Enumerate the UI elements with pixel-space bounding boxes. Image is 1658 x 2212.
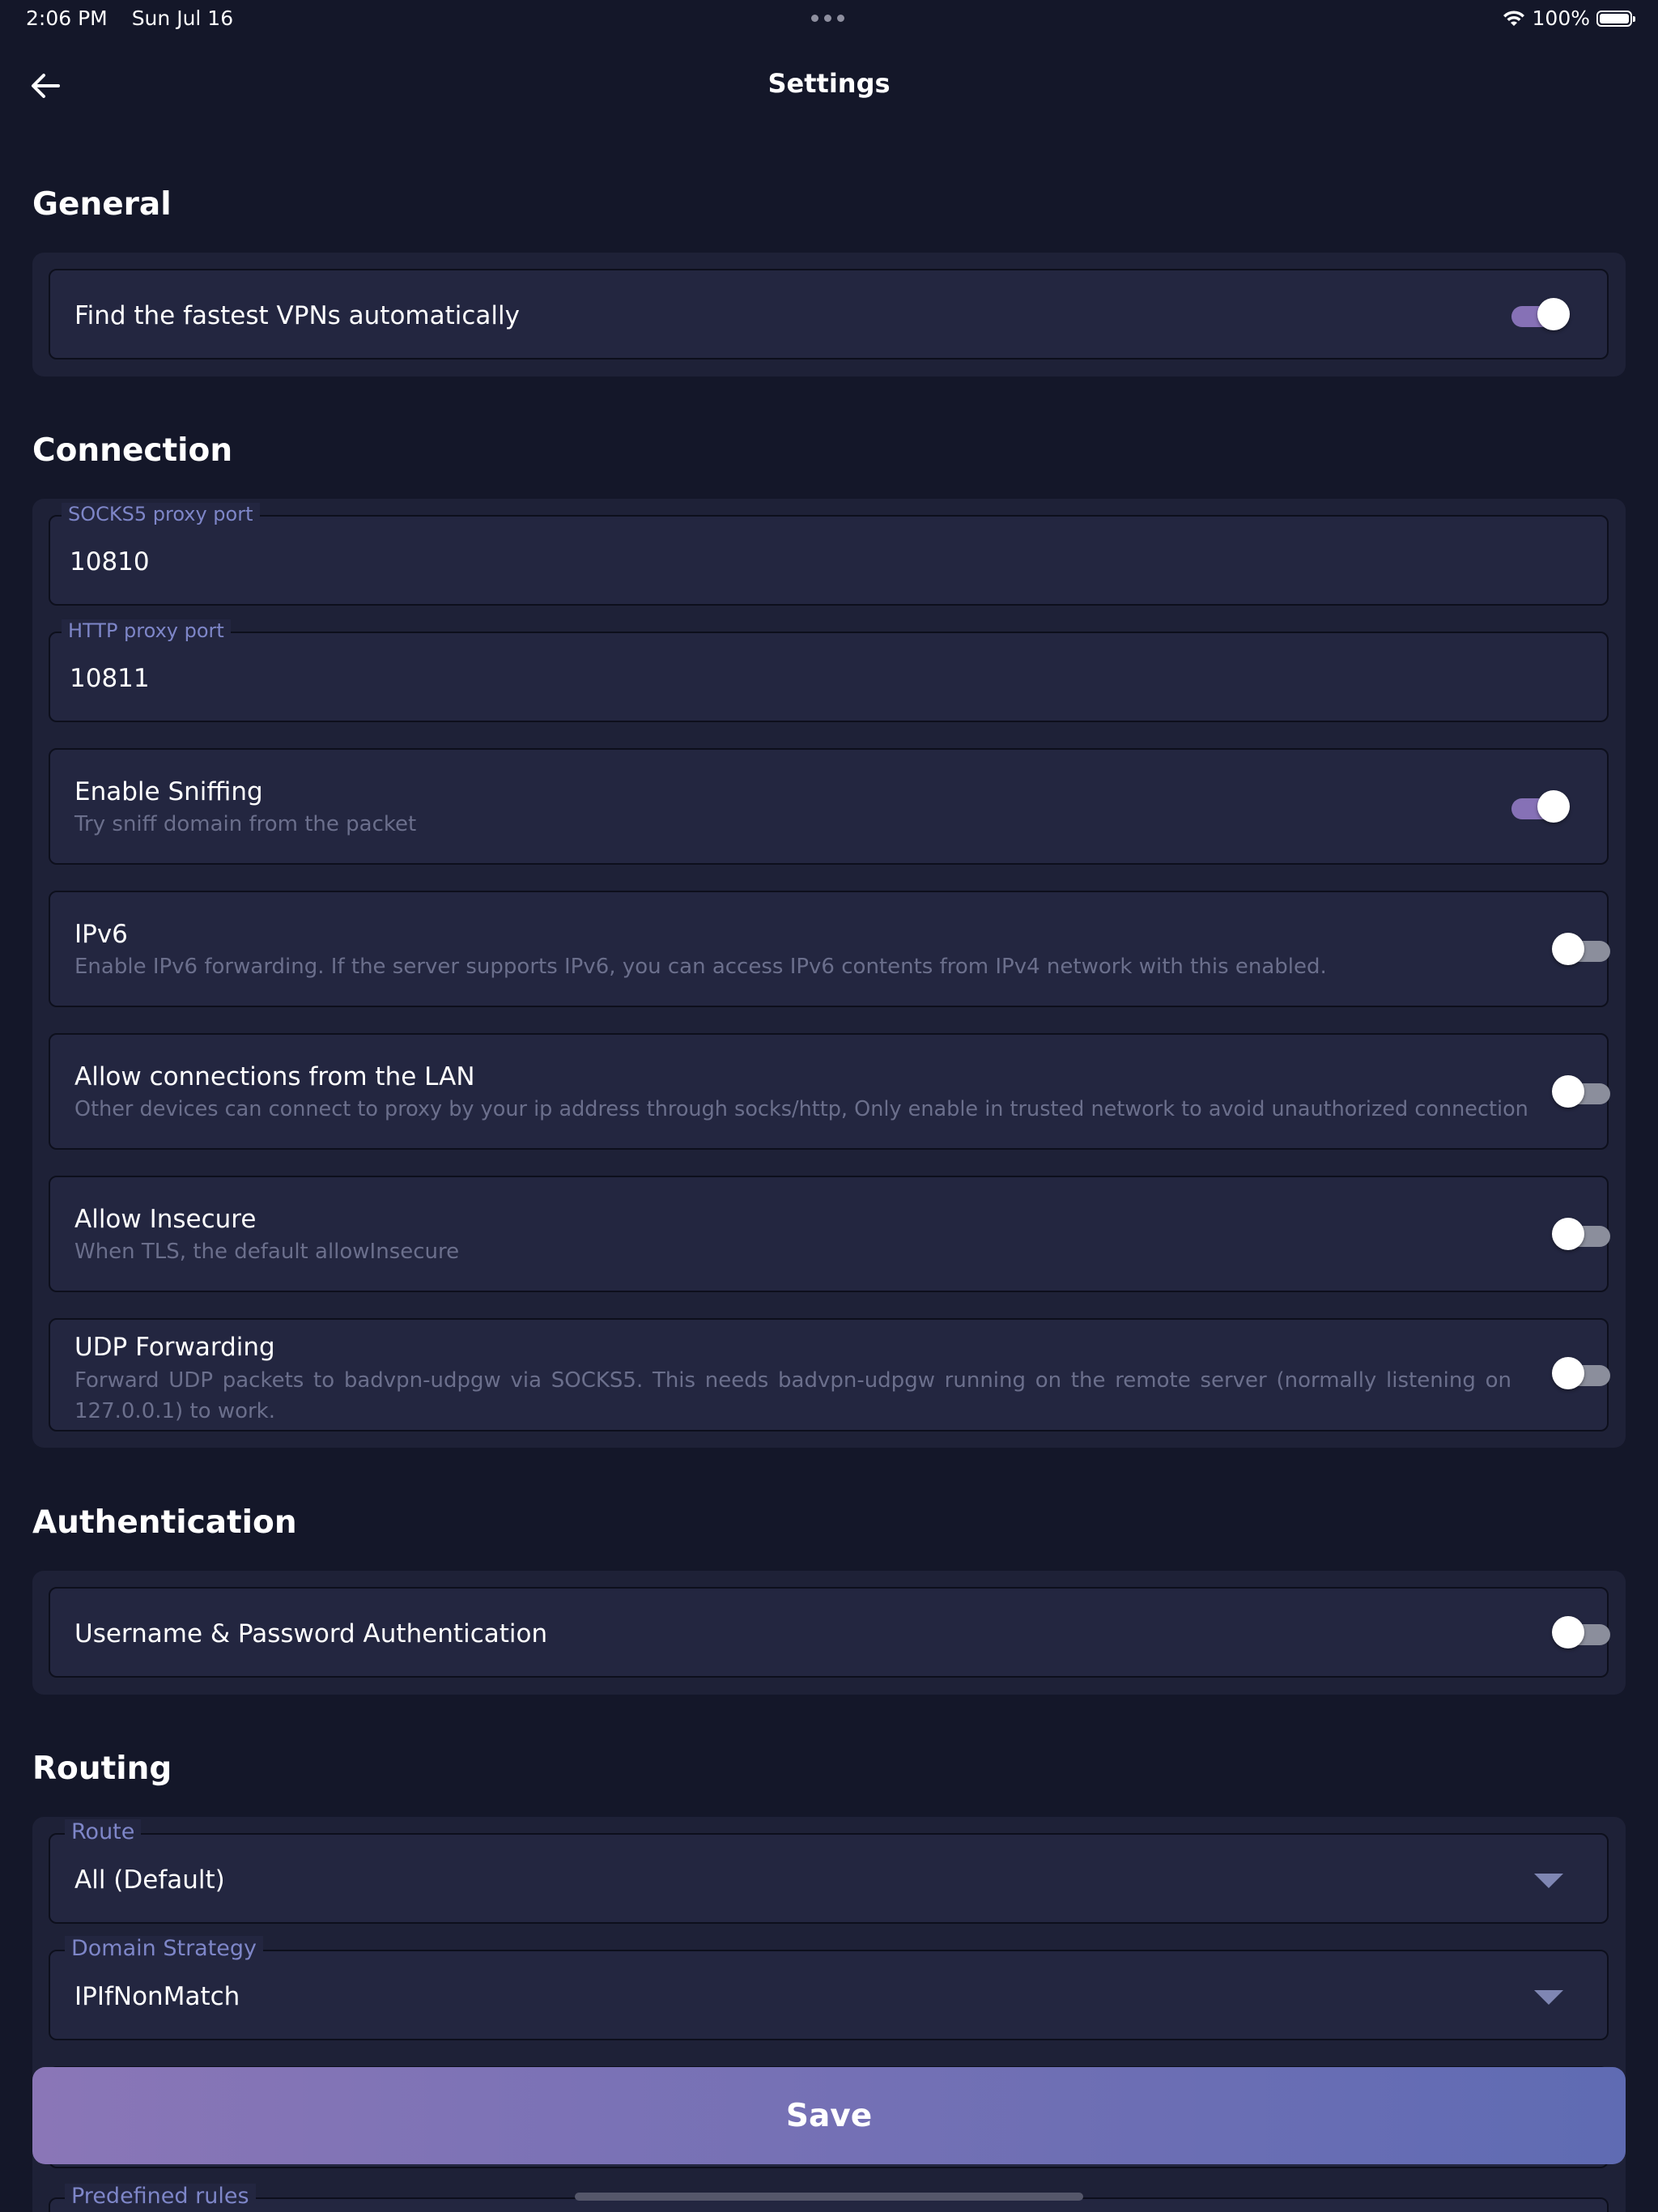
home-indicator <box>575 2193 1083 2201</box>
ipv6-row[interactable]: IPv6 Enable IPv6 forwarding. If the serv… <box>49 891 1612 1007</box>
socks5-port-value[interactable]: 10810 <box>70 547 150 576</box>
section-title-routing: Routing <box>32 1750 172 1787</box>
status-bar: 2:06 PM Sun Jul 16 100% <box>0 0 1658 37</box>
ipv6-description: Enable IPv6 forwarding. If the server su… <box>74 955 1327 979</box>
udp-row[interactable]: UDP Forwarding Forward UDP packets to ba… <box>49 1318 1612 1431</box>
sniffing-row[interactable]: Enable Sniffing Try sniff domain from th… <box>49 748 1609 865</box>
lan-description: Other devices can connect to proxy by yo… <box>74 1097 1528 1121</box>
socks5-port-field[interactable]: SOCKS5 proxy port 10810 <box>49 503 1609 606</box>
battery-icon <box>1596 10 1635 27</box>
udp-description: Forward UDP packets to badvpn-udpgw via … <box>74 1368 1511 1423</box>
socks5-port-label: SOCKS5 proxy port <box>62 503 260 525</box>
sniffing-toggle[interactable] <box>1508 789 1570 826</box>
lan-toggle[interactable] <box>1552 1074 1612 1111</box>
insecure-toggle[interactable] <box>1552 1216 1612 1253</box>
chevron-down-icon <box>1534 1990 1563 2005</box>
ipv6-label: IPv6 <box>74 920 128 949</box>
domain-strategy-select[interactable]: Domain Strategy IPIfNonMatch <box>49 1936 1609 2040</box>
insecure-row[interactable]: Allow Insecure When TLS, the default all… <box>49 1176 1612 1292</box>
insecure-label: Allow Insecure <box>74 1205 257 1234</box>
more-dots-icon[interactable] <box>811 15 844 22</box>
status-time-date: 2:06 PM Sun Jul 16 <box>26 6 233 30</box>
domain-strategy-value: IPIfNonMatch <box>74 1982 240 2011</box>
http-port-field[interactable]: HTTP proxy port 10811 <box>49 619 1609 722</box>
userpass-label: Username & Password Authentication <box>74 1619 548 1648</box>
insecure-description: When TLS, the default allowInsecure <box>74 1240 460 1264</box>
udp-label: UDP Forwarding <box>74 1333 275 1362</box>
fastest-vpn-row[interactable]: Find the fastest VPNs automatically <box>49 269 1609 359</box>
section-title-authentication: Authentication <box>32 1504 297 1541</box>
page-title: Settings <box>767 68 891 99</box>
route-label: Route <box>65 1819 142 1844</box>
settings-screen: 2:06 PM Sun Jul 16 100% Settings General… <box>0 0 1658 2212</box>
sniffing-description: Try sniff domain from the packet <box>74 812 417 836</box>
ipv6-toggle[interactable] <box>1552 931 1612 968</box>
userpass-row[interactable]: Username & Password Authentication <box>49 1587 1612 1678</box>
http-port-value[interactable]: 10811 <box>70 664 150 693</box>
battery-percent: 100% <box>1532 6 1590 30</box>
route-value: All (Default) <box>74 1865 225 1895</box>
route-select[interactable]: Route All (Default) <box>49 1819 1609 1924</box>
udp-toggle[interactable] <box>1552 1355 1612 1393</box>
predefined-rules-label: Predefined rules <box>65 2184 256 2209</box>
lan-row[interactable]: Allow connections from the LAN Other dev… <box>49 1033 1612 1150</box>
fastest-vpn-toggle[interactable] <box>1508 296 1570 334</box>
http-port-label: HTTP proxy port <box>62 619 231 642</box>
lan-label: Allow connections from the LAN <box>74 1062 475 1091</box>
section-title-connection: Connection <box>32 432 233 469</box>
status-date: Sun Jul 16 <box>131 6 234 30</box>
chevron-down-icon <box>1534 1874 1563 1888</box>
status-indicators: 100% <box>1502 6 1635 30</box>
wifi-icon <box>1503 10 1524 26</box>
sniffing-label: Enable Sniffing <box>74 777 263 806</box>
fastest-vpn-label: Find the fastest VPNs automatically <box>74 301 520 330</box>
domain-strategy-label: Domain Strategy <box>65 1936 264 1961</box>
status-time: 2:06 PM <box>26 6 108 30</box>
section-title-general: General <box>32 186 172 223</box>
save-button[interactable]: Save <box>32 2067 1626 2164</box>
userpass-toggle[interactable] <box>1552 1614 1612 1652</box>
